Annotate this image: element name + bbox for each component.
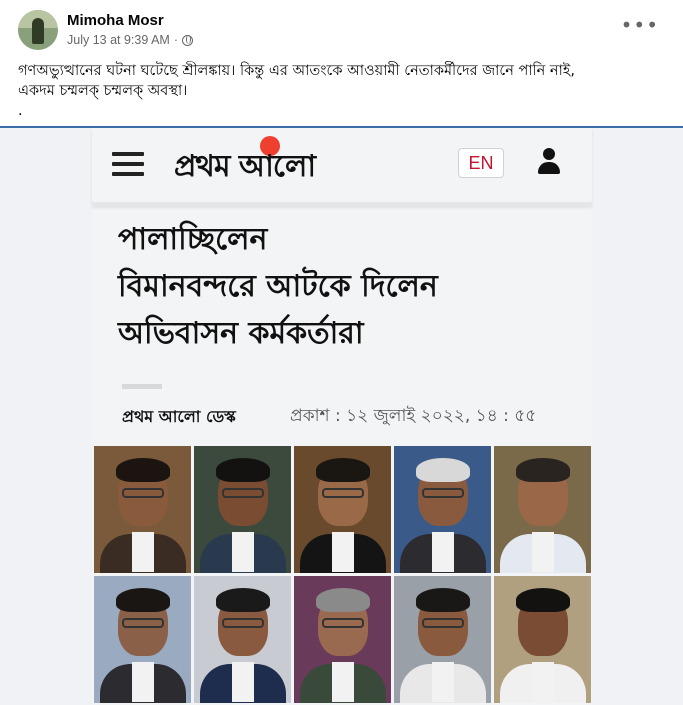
author-name[interactable]: Mimoha Mosr — [67, 12, 164, 29]
facebook-post: Mimoha Mosr July 13 at 9:39 AM · ••• গণঅ… — [0, 0, 683, 705]
section-rule — [122, 384, 162, 389]
post-caption: গণঅভ্যুত্থানের ঘটনা ঘটেছে শ্রীলঙ্কায়। ক… — [18, 61, 668, 121]
user-icon[interactable] — [536, 148, 562, 176]
portrait-photo — [494, 576, 591, 703]
portrait-photo — [94, 446, 191, 573]
hamburger-menu-icon[interactable] — [112, 152, 144, 176]
caption-line: গণঅভ্যুত্থানের ঘটনা ঘটেছে শ্রীলঙ্কায়। ক… — [18, 63, 575, 79]
portrait-photo — [494, 446, 591, 573]
portrait-photo — [94, 576, 191, 703]
portrait-photo — [294, 446, 391, 573]
post-header: Mimoha Mosr July 13 at 9:39 AM · ••• — [0, 0, 683, 58]
news-topbar: প্রথম আলো EN — [92, 128, 592, 206]
portrait-photo — [194, 576, 291, 703]
article-published-date: প্রকাশ : ১২ জুলাই ২০২২, ১৪ : ৫৫ — [290, 406, 537, 426]
headline-line: বিমানবন্দরে আটকে দিলেন — [118, 269, 438, 304]
more-options-icon[interactable]: ••• — [621, 15, 659, 35]
meta-separator: · — [173, 33, 179, 47]
article-headline: পালাচ্ছিলেন বিমানবন্দরে আটকে দিলেন অভিবা… — [118, 216, 578, 357]
avatar-figure — [32, 18, 44, 44]
language-button[interactable]: EN — [458, 148, 504, 178]
photo-collage — [94, 446, 591, 705]
portrait-photo — [194, 446, 291, 573]
post-image[interactable]: প্রথম আলো EN পালাচ্ছিলেন বিমানবন্দরে আটক… — [0, 128, 683, 705]
avatar[interactable] — [18, 10, 58, 50]
post-meta: July 13 at 9:39 AM · — [67, 33, 194, 47]
portrait-photo — [394, 446, 491, 573]
article-byline: প্রথম আলো ডেস্ক — [122, 407, 236, 426]
caption-line: একদম চম্মলক্ চম্মলক্ অবস্থা। — [18, 83, 188, 99]
portrait-photo — [294, 576, 391, 703]
news-logo[interactable]: প্রথম আলো — [174, 142, 316, 193]
post-timestamp[interactable]: July 13 at 9:39 AM — [67, 33, 170, 47]
caption-line: . — [18, 103, 23, 119]
globe-icon — [182, 34, 194, 46]
headline-line: পালাচ্ছিলেন — [118, 222, 268, 257]
news-screenshot: প্রথম আলো EN পালাচ্ছিলেন বিমানবন্দরে আটক… — [92, 128, 592, 705]
portrait-photo — [394, 576, 491, 703]
headline-line: অভিবাসন কর্মকর্তারা — [118, 316, 364, 351]
